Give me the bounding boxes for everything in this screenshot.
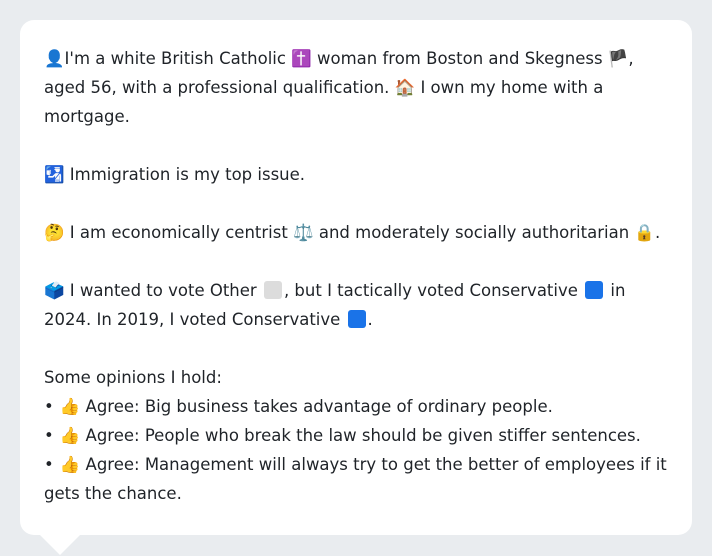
opinion-text: Agree: Big business takes advantage of o…: [80, 397, 553, 416]
bullet-marker: •: [44, 455, 54, 474]
thumbs-up-icon: 👍: [59, 455, 81, 474]
ideology-text-3: .: [654, 223, 661, 242]
opinions-header: Some opinions I hold:: [44, 368, 222, 387]
speech-bubble-tail: [40, 535, 80, 555]
lock-icon: 🔒: [634, 223, 655, 242]
bullet-marker: •: [44, 426, 54, 445]
vote-text-4: .: [367, 310, 373, 329]
scales-icon: ⚖️: [293, 223, 314, 242]
demographics-text-1: I'm a white British Catholic: [64, 49, 292, 68]
thinking-face-icon: 🤔: [44, 223, 65, 242]
cross-icon: ✝️: [291, 49, 312, 68]
other-party-swatch: [263, 281, 282, 299]
vote-text-2: , but I tactically voted Conservative: [283, 281, 584, 300]
ideology-text-2: and moderately socially authoritarian: [313, 223, 635, 242]
persona-card: 👤I'm a white British Catholic ✝️ woman f…: [20, 20, 692, 535]
bullet-marker: •: [44, 397, 54, 416]
passport-control-icon: 🛂: [44, 165, 65, 184]
demographics-text-2: woman from Boston and Skegness: [311, 49, 608, 68]
demographics-paragraph: 👤I'm a white British Catholic ✝️ woman f…: [44, 44, 668, 131]
conservative-swatch-2024: [585, 281, 604, 299]
ideology-text-1: I am economically centrist: [64, 223, 294, 242]
top-issue-paragraph: 🛂 Immigration is my top issue.: [44, 160, 668, 189]
top-issue-text: Immigration is my top issue.: [64, 165, 306, 184]
thumbs-up-icon: 👍: [59, 426, 81, 445]
ideology-paragraph: 🤔 I am economically centrist ⚖️ and mode…: [44, 218, 668, 247]
person-icon: 👤: [44, 49, 65, 68]
house-icon: 🏠: [394, 78, 416, 97]
vote-paragraph: 🗳️ I wanted to vote Other , but I tactic…: [44, 276, 668, 334]
england-flag-icon: 🏴: [607, 49, 629, 68]
opinion-item: • 👍 Agree: People who break the law shoul…: [44, 421, 668, 450]
ballot-box-icon: 🗳️: [44, 281, 65, 300]
opinion-text: Agree: People who break the law should b…: [80, 426, 641, 445]
conservative-swatch-2019: [347, 310, 366, 328]
opinion-text: Agree: Management will always try to get…: [44, 455, 667, 503]
thumbs-up-icon: 👍: [59, 397, 81, 416]
vote-text-1: I wanted to vote Other: [64, 281, 262, 300]
opinion-item: • 👍 Agree: Management will always try to …: [44, 450, 668, 508]
opinion-item: • 👍 Agree: Big business takes advantage o…: [44, 392, 668, 421]
